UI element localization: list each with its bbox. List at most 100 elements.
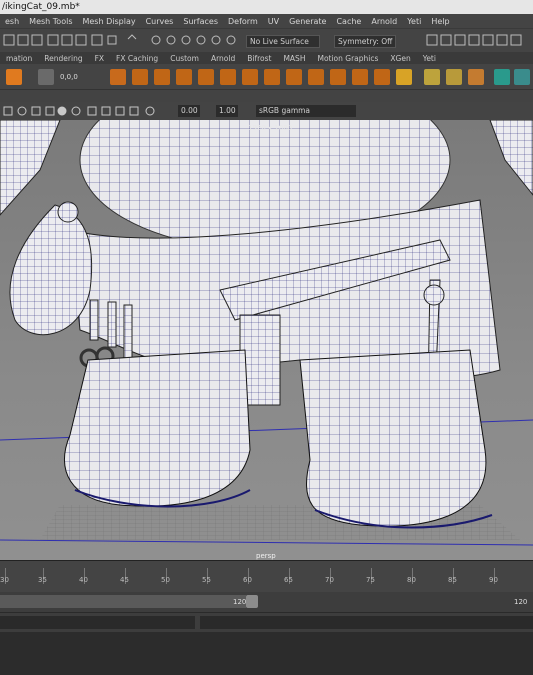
lights-icon bbox=[101, 106, 111, 116]
mash-network-icon[interactable] bbox=[110, 69, 126, 85]
range-slider-handle[interactable] bbox=[246, 595, 258, 608]
menu-uv[interactable]: UV bbox=[263, 17, 284, 26]
panel-toolbar-icons bbox=[3, 106, 155, 116]
menu-surfaces[interactable]: Surfaces bbox=[178, 17, 223, 26]
camera-name-label: persp bbox=[256, 552, 276, 560]
color-space-dropdown[interactable]: sRGB gamma bbox=[256, 105, 356, 117]
coord-readout: 0,0,0 bbox=[60, 73, 78, 81]
frame-tick-label: 50 bbox=[161, 576, 170, 584]
frame-tick-label: 40 bbox=[79, 576, 88, 584]
viewport-3d[interactable] bbox=[0, 120, 533, 560]
menu-generate[interactable]: Generate bbox=[284, 17, 331, 26]
snap-grid-icon bbox=[127, 34, 137, 40]
image-plane-icon bbox=[31, 106, 41, 116]
window-title: /ikingCat_09.mb* bbox=[2, 2, 80, 12]
plane-icon[interactable] bbox=[514, 69, 530, 85]
rotate-tool-icon[interactable] bbox=[468, 69, 484, 85]
textured-icon bbox=[87, 106, 97, 116]
command-input[interactable] bbox=[0, 616, 195, 629]
shelf-tab-rendering[interactable]: Rendering bbox=[38, 54, 88, 63]
frame-tick-label: 30 bbox=[0, 576, 9, 584]
shelf-tab-arnold[interactable]: Arnold bbox=[205, 54, 241, 63]
mash-dynamics-icon[interactable] bbox=[374, 69, 390, 85]
range-end-value: 120 bbox=[233, 598, 247, 606]
snap-live-icon bbox=[211, 35, 221, 45]
ground-line-bottom bbox=[0, 539, 533, 546]
mash-time-icon[interactable] bbox=[264, 69, 280, 85]
right-boot bbox=[299, 349, 487, 527]
snap-pivot-icon bbox=[226, 35, 236, 45]
menu-mesh-tools[interactable]: Mesh Tools bbox=[24, 17, 77, 26]
menu-mesh-display[interactable]: Mesh Display bbox=[77, 17, 140, 26]
menu-yeti[interactable]: Yeti bbox=[402, 17, 426, 26]
pouch-knot bbox=[57, 201, 79, 223]
shadows-icon bbox=[115, 106, 125, 116]
mash-distribute-icon[interactable] bbox=[132, 69, 148, 85]
shelf-tab-fx-caching[interactable]: FX Caching bbox=[110, 54, 164, 63]
select-by-component-icon bbox=[31, 34, 43, 46]
shelf-tab-bifrost[interactable]: Bifrost bbox=[241, 54, 277, 63]
select-uv-icon bbox=[91, 34, 103, 46]
shelf: 0,0,0 bbox=[0, 64, 533, 90]
mash-transform-icon[interactable] bbox=[308, 69, 324, 85]
snap-view-icon bbox=[181, 35, 191, 45]
frame-tick-label: 85 bbox=[448, 576, 457, 584]
mash-random-icon[interactable] bbox=[220, 69, 236, 85]
frame-tick-label: 65 bbox=[284, 576, 293, 584]
main-menu-bar: esh Mesh Tools Mesh Display Curves Surfa… bbox=[0, 14, 533, 28]
shelf-tab-animation[interactable]: mation bbox=[0, 54, 38, 63]
menu-mesh[interactable]: esh bbox=[0, 17, 24, 26]
playback-end-field[interactable]: 120 bbox=[514, 598, 527, 606]
render-settings-icon bbox=[468, 34, 480, 46]
hanging-strap-2 bbox=[107, 301, 117, 348]
live-surface-field[interactable]: No Live Surface bbox=[246, 35, 320, 48]
frame-tick-label: 90 bbox=[489, 576, 498, 584]
shelf-tab-fx[interactable]: FX bbox=[89, 54, 110, 63]
menu-cache[interactable]: Cache bbox=[331, 17, 366, 26]
mash-offset-icon[interactable] bbox=[286, 69, 302, 85]
paint-effects-icon[interactable] bbox=[424, 69, 440, 85]
right-arm bbox=[489, 120, 533, 196]
hanging-strap-1 bbox=[89, 299, 99, 341]
gamma-field[interactable]: 1.00 bbox=[216, 105, 238, 117]
menu-arnold[interactable]: Arnold bbox=[366, 17, 402, 26]
mash-replicator-icon[interactable] bbox=[154, 69, 170, 85]
svg-import-icon[interactable] bbox=[6, 69, 22, 85]
snap-curve-icon bbox=[151, 35, 161, 45]
command-result-field bbox=[200, 616, 533, 629]
menu-help[interactable]: Help bbox=[426, 17, 454, 26]
exposure-icon bbox=[145, 106, 155, 116]
symmetry-dropdown[interactable]: Symmetry: Off bbox=[334, 35, 396, 48]
arnold-render-icon bbox=[510, 34, 522, 46]
frame-tick-label: 75 bbox=[366, 576, 375, 584]
wireframe-on-shaded-icon bbox=[71, 106, 81, 116]
render-view-icon bbox=[496, 34, 508, 46]
shelf-tab-custom[interactable]: Custom bbox=[164, 54, 205, 63]
mash-world-icon[interactable] bbox=[396, 69, 412, 85]
viking-cat-mesh bbox=[0, 120, 533, 546]
exposure-field[interactable]: 0.00 bbox=[178, 105, 200, 117]
select-face-icon bbox=[75, 34, 87, 46]
range-slider-bar[interactable] bbox=[0, 595, 246, 608]
grid-toggle-icon bbox=[45, 106, 55, 116]
mash-signal-icon[interactable] bbox=[198, 69, 214, 85]
frame-tick-label: 70 bbox=[325, 576, 334, 584]
frame-tick-label: 80 bbox=[407, 576, 416, 584]
cube-icon[interactable] bbox=[494, 69, 510, 85]
center-pivot-icon[interactable] bbox=[38, 69, 54, 85]
shelf-tab-mash[interactable]: MASH bbox=[277, 54, 311, 63]
mash-visibility-icon[interactable] bbox=[352, 69, 368, 85]
window-title-bar: /ikingCat_09.mb* bbox=[0, 0, 533, 14]
scale-tool-icon[interactable] bbox=[446, 69, 462, 85]
hypershade-icon bbox=[482, 34, 494, 46]
menu-curves[interactable]: Curves bbox=[141, 17, 179, 26]
snap-point-icon bbox=[166, 35, 176, 45]
mash-orient-icon[interactable] bbox=[330, 69, 346, 85]
shelf-tab-motion-graphics[interactable]: Motion Graphics bbox=[311, 54, 384, 63]
shelf-tab-yeti[interactable]: Yeti bbox=[417, 54, 442, 63]
mash-color-icon[interactable] bbox=[242, 69, 258, 85]
menu-deform[interactable]: Deform bbox=[223, 17, 263, 26]
mash-curve-icon[interactable] bbox=[176, 69, 192, 85]
coin-pouch bbox=[9, 204, 93, 336]
shelf-tab-xgen[interactable]: XGen bbox=[384, 54, 416, 63]
